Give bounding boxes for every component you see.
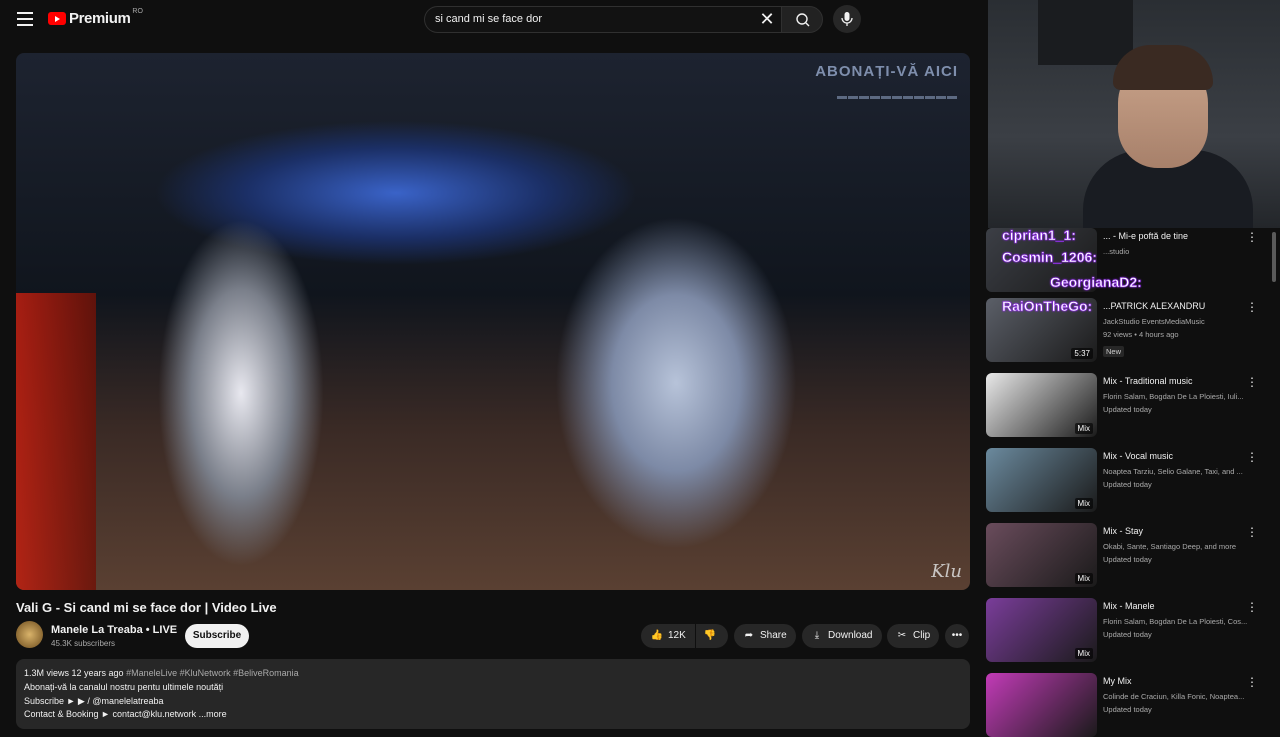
video-watermark-url: ▬▬▬▬▬▬▬▬▬▬▬ <box>837 91 958 102</box>
chat-username: Cosmin_1206: <box>1002 249 1098 266</box>
share-icon: ➦ <box>744 630 754 641</box>
views-and-age: 1.3M views 12 years ago <box>24 668 124 678</box>
recommendation-thumbnail[interactable]: Mix <box>986 523 1097 587</box>
search-query[interactable]: si cand mi se face dor <box>435 13 542 25</box>
youtube-premium-logo[interactable]: Premium RO <box>48 8 143 27</box>
subscriber-count: 45.3K subscribers <box>51 639 116 648</box>
description-line: Abonați-vă la canalul nostru pentu ultim… <box>24 682 224 692</box>
chat-username: GeorgianaD2: <box>1050 274 1142 291</box>
thumbnail-badge: Mix <box>1074 648 1093 659</box>
clear-search-icon[interactable]: ✕ <box>757 9 777 29</box>
recommendation-channels: Florin Salam, Bogdan De La Ploiesti, Cos… <box>1103 617 1248 626</box>
recommendation-item[interactable]: Mix Mix - Manele Florin Salam, Bogdan De L… <box>986 598 1266 662</box>
more-actions-button[interactable]: ••• <box>945 624 969 648</box>
thumbs-up-icon: 👍 <box>650 630 664 641</box>
clip-button[interactable]: ✂ Clip <box>887 624 939 648</box>
thumbnail-badge: Mix <box>1074 498 1093 509</box>
like-button[interactable]: 👍 12K <box>641 624 695 648</box>
thumbnail-badge: Mix <box>1074 423 1093 434</box>
recommendation-title[interactable]: ...PATRICK ALEXANDRU <box>1103 301 1205 311</box>
more-vertical-icon[interactable]: ⋮ <box>1246 300 1258 314</box>
channel-avatar[interactable] <box>16 621 43 648</box>
recommendation-item[interactable]: Mix Mix - Stay Okabi, Sante, Santiago Deep… <box>986 523 1266 587</box>
chat-username: ciprian1_1: <box>1002 227 1077 244</box>
thumbs-down-icon: 👎 <box>703 630 717 641</box>
video-player[interactable]: ABONAȚI-VĂ AICI ▬▬▬▬▬▬▬▬▬▬▬ Klu <box>16 53 970 590</box>
webcam-overlay <box>988 0 1280 228</box>
channel-name[interactable]: Manele La Treaba • LIVE <box>51 624 177 636</box>
more-vertical-icon[interactable]: ⋮ <box>1246 600 1258 614</box>
thumbnail-badge: 5:37 <box>1071 348 1093 359</box>
more-vertical-icon[interactable]: ⋮ <box>1246 525 1258 539</box>
recommendation-meta: Updated today <box>1103 480 1152 489</box>
new-badge: New <box>1103 346 1125 357</box>
voice-search-button[interactable] <box>833 5 861 33</box>
channel-watermark-logo: Klu <box>931 561 962 582</box>
more-vertical-icon[interactable]: ⋮ <box>1246 230 1258 244</box>
recommendation-title[interactable]: My Mix <box>1103 676 1132 686</box>
recommendation-thumbnail[interactable]: Mix <box>986 373 1097 437</box>
recommendation-meta: Updated today <box>1103 705 1152 714</box>
search-input[interactable]: si cand mi se face dor ✕ <box>424 6 781 33</box>
logo-country: RO <box>132 8 143 15</box>
recommendation-thumbnail[interactable]: Mix <box>986 598 1097 662</box>
search-button[interactable] <box>781 6 823 33</box>
description-line: Contact & Booking ► contact@klu.network <box>24 709 197 719</box>
youtube-play-icon <box>48 12 66 25</box>
share-label: Share <box>760 630 787 641</box>
video-watermark: ABONAȚI-VĂ AICI <box>815 63 958 80</box>
streamer-hair <box>1113 45 1213 90</box>
recommendation-thumbnail[interactable] <box>986 673 1097 737</box>
scissors-icon: ✂ <box>897 630 907 641</box>
recommendation-item[interactable]: My Mix Colinde de Craciun, Killa Fonic, N… <box>986 673 1266 737</box>
more-vertical-icon[interactable]: ⋮ <box>1246 675 1258 689</box>
description-line[interactable]: Subscribe ► ▶ / @manelelatreaba <box>24 696 164 707</box>
recommendation-channels: Colinde de Craciun, Killa Fonic, Noaptea… <box>1103 692 1245 701</box>
thumbnail-badge: Mix <box>1074 573 1093 584</box>
download-label: Download <box>828 630 873 641</box>
show-more-link[interactable]: ...more <box>199 709 227 719</box>
recommendation-title[interactable]: Mix - Stay <box>1103 526 1143 536</box>
recommendation-channels: JackStudio EventsMediaMusic <box>1103 317 1205 326</box>
recommendation-title[interactable]: Mix - Traditional music <box>1103 376 1193 386</box>
search-icon <box>796 13 810 27</box>
recommendation-channels: ...studio <box>1103 247 1130 256</box>
recommendation-channels: Florin Salam, Bogdan De La Ploiesti, Iul… <box>1103 392 1244 401</box>
download-icon: ⤓ <box>814 630 820 641</box>
more-vertical-icon[interactable]: ⋮ <box>1246 450 1258 464</box>
recommendation-meta: Updated today <box>1103 630 1152 639</box>
subscribe-button[interactable]: Subscribe <box>185 624 249 648</box>
recommendation-channels: Noaptea Tarziu, Selio Galane, Taxi, and … <box>1103 467 1243 476</box>
dislike-button[interactable]: 👎 <box>696 624 728 648</box>
more-horizontal-icon: ••• <box>951 630 963 641</box>
clip-label: Clip <box>913 630 931 641</box>
recommendation-title[interactable]: Mix - Manele <box>1103 601 1155 611</box>
logo-text: Premium <box>69 10 131 27</box>
stage-curtain <box>16 293 96 590</box>
sidebar-scrollbar[interactable] <box>1272 232 1276 282</box>
recommendation-channels: Okabi, Sante, Santiago Deep, and more <box>1103 542 1237 551</box>
menu-icon[interactable] <box>17 12 33 26</box>
recommendation-meta: Updated today <box>1103 555 1152 564</box>
download-button[interactable]: ⤓ Download <box>802 624 882 648</box>
recommendation-title[interactable]: ... - Mi-e poftă de tine <box>1103 231 1188 241</box>
recommendation-thumbnail[interactable]: Mix <box>986 448 1097 512</box>
video-title: Vali G - Si cand mi se face dor | Video … <box>16 600 277 615</box>
chat-username: RaiOnTheGo: <box>1002 298 1093 315</box>
description-box[interactable]: 1.3M views 12 years ago #ManeleLive #Klu… <box>16 659 970 729</box>
background-shelf <box>1038 0 1133 65</box>
recommendation-meta: Updated today <box>1103 405 1152 414</box>
like-count: 12K <box>668 630 686 641</box>
microphone-icon <box>841 12 853 26</box>
share-button[interactable]: ➦ Share <box>734 624 796 648</box>
recommendation-title[interactable]: Mix - Vocal music <box>1103 451 1173 461</box>
recommendation-item[interactable]: Mix Mix - Traditional music Florin Salam, … <box>986 373 1266 437</box>
more-vertical-icon[interactable]: ⋮ <box>1246 375 1258 389</box>
recommendation-item[interactable]: Mix Mix - Vocal music Noaptea Tarziu, Seli… <box>986 448 1266 512</box>
recommendation-meta: 92 views • 4 hours ago <box>1103 330 1179 339</box>
hashtags[interactable]: #ManeleLive #KluNetwork #BeliveRomania <box>126 668 299 678</box>
